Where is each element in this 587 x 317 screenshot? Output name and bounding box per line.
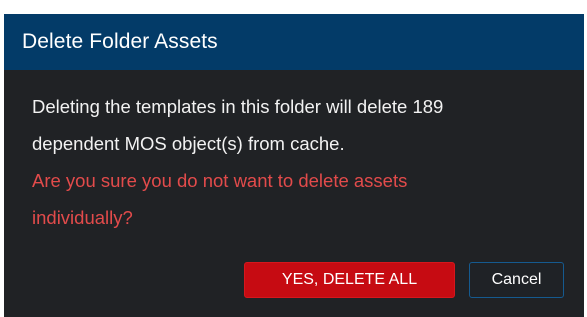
cancel-button[interactable]: Cancel bbox=[469, 262, 564, 298]
dialog-body: Deleting the templates in this folder wi… bbox=[4, 70, 584, 236]
dialog-message: Deleting the templates in this folder wi… bbox=[32, 88, 566, 162]
warning-line-1: Are you sure you do not want to delete a… bbox=[32, 170, 408, 191]
dialog-title: Delete Folder Assets bbox=[22, 30, 218, 53]
message-line-2: dependent MOS object(s) from cache. bbox=[32, 133, 345, 154]
dialog-warning: Are you sure you do not want to delete a… bbox=[32, 162, 566, 236]
dialog-actions: YES, DELETE ALL Cancel bbox=[244, 262, 564, 298]
message-line-1: Deleting the templates in this folder wi… bbox=[32, 96, 444, 117]
delete-folder-assets-dialog: Delete Folder Assets Deleting the templa… bbox=[4, 14, 584, 317]
delete-all-button[interactable]: YES, DELETE ALL bbox=[244, 262, 455, 298]
warning-line-2: individually? bbox=[32, 207, 133, 228]
dialog-titlebar: Delete Folder Assets bbox=[4, 14, 584, 70]
